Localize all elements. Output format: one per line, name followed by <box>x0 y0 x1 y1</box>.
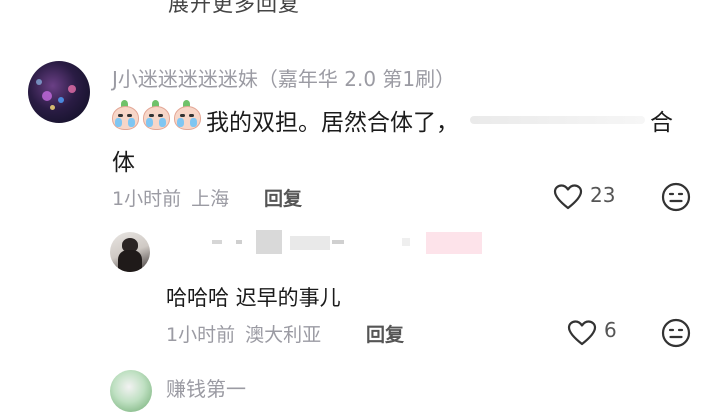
reply-button[interactable]: 回复 <box>366 320 404 347</box>
redacted-username <box>212 230 482 254</box>
comment-time: 1小时前 <box>112 188 182 210</box>
crying-sprout-emoji-icon <box>110 100 139 130</box>
reply-text: 哈哈哈 迟早的事儿 <box>166 286 341 310</box>
comment-username[interactable]: J小迷迷迷迷迷妹（嘉年华 2.0 第1刷） <box>112 63 455 92</box>
reply-meta: 1小时前 澳大利亚 <box>166 320 321 347</box>
reply-button[interactable]: 回复 <box>264 184 302 211</box>
dislike-face-icon[interactable] <box>660 181 692 213</box>
heart-icon[interactable] <box>567 319 597 347</box>
redacted-text <box>470 116 645 124</box>
comment-username[interactable]: 赚钱第一 <box>166 373 246 402</box>
reply-time: 1小时前 <box>166 324 236 346</box>
expand-more-replies-link[interactable]: 展开更多回复 <box>168 0 300 18</box>
emoji-group <box>110 100 201 130</box>
crying-sprout-emoji-icon <box>172 100 201 130</box>
like-count: 23 <box>590 183 616 207</box>
reply-avatar[interactable] <box>110 232 150 272</box>
comment-text-continued: 合 <box>650 110 673 136</box>
crying-sprout-emoji-icon <box>141 100 170 130</box>
dislike-face-icon[interactable] <box>660 317 692 349</box>
heart-icon[interactable] <box>553 183 583 211</box>
avatar[interactable] <box>110 370 152 412</box>
comment-meta: 1小时前 上海 <box>112 184 229 211</box>
reply-location: 澳大利亚 <box>245 324 322 346</box>
comment-text-wrap: 体 <box>112 150 135 176</box>
like-count: 6 <box>604 318 617 342</box>
avatar[interactable] <box>28 61 90 123</box>
comment-text: 我的双担。居然合体了， <box>206 110 459 136</box>
comment-location: 上海 <box>191 188 230 210</box>
